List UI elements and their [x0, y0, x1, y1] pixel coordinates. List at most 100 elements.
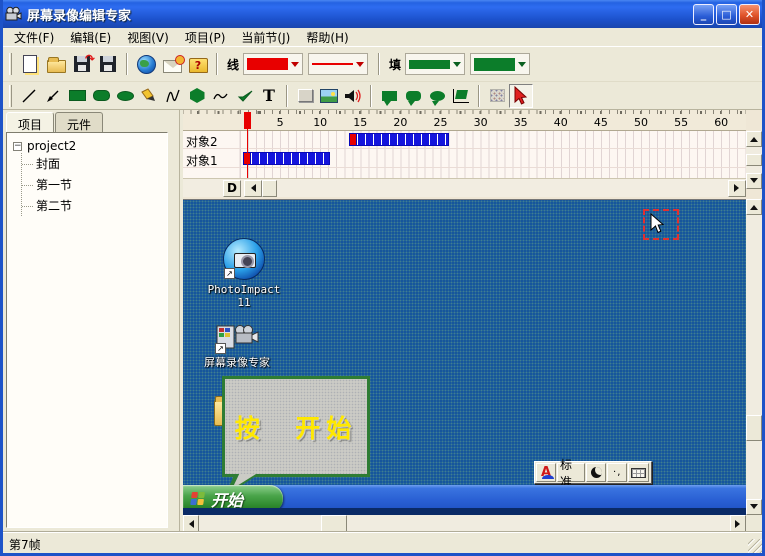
tree-item[interactable]: 封面: [22, 153, 165, 174]
image-tool-button[interactable]: [317, 84, 341, 108]
scroll-down-button[interactable]: [746, 173, 762, 189]
help-button[interactable]: ?: [185, 51, 211, 77]
right-arrow-icon: [734, 184, 743, 192]
polygon-tool-button[interactable]: [185, 84, 209, 108]
scroll-left-button[interactable]: [244, 180, 262, 197]
line-color-dropdown[interactable]: [243, 53, 303, 75]
fill-color-dropdown[interactable]: [405, 53, 465, 75]
maximize-button[interactable]: □: [716, 4, 737, 25]
help-book-icon: ?: [189, 58, 208, 73]
window-title: 屏幕录像编辑专家: [27, 5, 131, 24]
recorded-desktop[interactable]: ↗ PhotoImpact 11: [183, 199, 746, 515]
tree-item[interactable]: 第二节: [22, 195, 165, 216]
button-tool-button[interactable]: [293, 84, 317, 108]
resize-grip[interactable]: [748, 539, 762, 553]
menu-item[interactable]: 视图(V): [119, 27, 177, 48]
menu-item[interactable]: 编辑(E): [62, 27, 119, 48]
scrollbar-thumb[interactable]: [746, 154, 762, 166]
curve-tool-button[interactable]: [161, 84, 185, 108]
menu-item[interactable]: 帮助(H): [298, 27, 356, 48]
scrollbar-thumb[interactable]: [746, 415, 762, 441]
save-button[interactable]: [95, 51, 121, 77]
canvas-vscrollbar[interactable]: [746, 199, 762, 515]
ellipse-tool-button[interactable]: [113, 84, 137, 108]
frame-shape-tool-button[interactable]: [449, 84, 473, 108]
scroll-left-button[interactable]: [183, 515, 199, 532]
playhead-marker[interactable]: [244, 112, 251, 129]
timeline-track-row[interactable]: 对象1: [183, 150, 746, 168]
ime-language-bar[interactable]: A 标准 ·,: [534, 461, 652, 484]
ime-fullwidth-button[interactable]: [586, 463, 606, 482]
line-icon: [21, 88, 37, 104]
check-tool-button[interactable]: [233, 84, 257, 108]
track-segment[interactable]: [349, 133, 449, 146]
timeline-track-row[interactable]: 对象2: [183, 131, 746, 149]
ruler-label: 60: [714, 116, 728, 129]
canvas-hscrollbar[interactable]: [183, 515, 746, 532]
grid-pattern-icon: [490, 89, 505, 102]
minimize-button[interactable]: _: [693, 4, 714, 25]
scrollbar-thumb[interactable]: [262, 180, 277, 197]
down-arrow-icon: [750, 504, 758, 513]
ime-mode-button[interactable]: 标准: [557, 463, 585, 482]
collapse-icon[interactable]: −: [13, 142, 22, 151]
ime-keyboard-button[interactable]: [628, 463, 649, 482]
new-button[interactable]: [17, 51, 43, 77]
title-bar[interactable]: 屏幕录像编辑专家 _ □ ✕: [0, 0, 765, 28]
scroll-up-button[interactable]: [746, 199, 762, 215]
menu-item[interactable]: 项目(P): [177, 27, 234, 48]
fill-style-dropdown[interactable]: [470, 53, 530, 75]
sound-tool-button[interactable]: [341, 84, 365, 108]
menu-item[interactable]: 文件(F): [6, 27, 62, 48]
rectangle-tool-button[interactable]: [65, 84, 89, 108]
app-icon: [5, 6, 22, 22]
scroll-right-button[interactable]: [730, 515, 746, 532]
right-area: 51015202530354045505560 对象2对象1 D: [183, 110, 762, 532]
track-label: 对象1: [186, 152, 218, 169]
ruler-label: 5: [277, 116, 284, 129]
polyline-tool-button[interactable]: [209, 84, 233, 108]
frame-status-text: 第7帧: [9, 538, 41, 552]
desktop-icon-photoimpact[interactable]: ↗ PhotoImpact 11: [205, 238, 283, 309]
timeline-ruler[interactable]: 51015202530354045505560: [183, 110, 746, 131]
tree-root-row[interactable]: − project2: [9, 139, 165, 153]
scroll-up-button[interactable]: [746, 131, 762, 147]
close-button[interactable]: ✕: [739, 4, 760, 25]
open-button[interactable]: [43, 51, 69, 77]
text-tool-button[interactable]: T: [257, 84, 281, 108]
scroll-down-button[interactable]: [746, 499, 762, 515]
tree-item[interactable]: 第一节: [22, 174, 165, 195]
rounded-callout-icon: [406, 91, 421, 101]
menu-item[interactable]: 当前节(J): [233, 27, 298, 48]
desktop-icon-recorder[interactable]: ↗ 屏幕录像专家: [191, 320, 283, 369]
rounded-rect-tool-button[interactable]: [89, 84, 113, 108]
timeline-vscrollbar[interactable]: [746, 131, 762, 189]
export-button[interactable]: [159, 51, 185, 77]
ime-logo-button[interactable]: A: [536, 463, 556, 482]
detail-button[interactable]: D: [223, 180, 241, 197]
save-as-button[interactable]: ↷: [69, 51, 95, 77]
line-style-dropdown[interactable]: [308, 53, 368, 75]
callout-bubble[interactable]: 按 开始: [222, 376, 370, 477]
mouse-cursor-icon: [649, 213, 665, 235]
track-segment[interactable]: [243, 152, 330, 165]
callout-rect-tool-button[interactable]: [377, 84, 401, 108]
toolbar-separator: [126, 53, 128, 75]
timeline-hscrollbar[interactable]: D: [183, 178, 746, 197]
callout-rounded-tool-button[interactable]: [401, 84, 425, 108]
arrow-tool-button[interactable]: [41, 84, 65, 108]
left-arrow-icon: [247, 184, 256, 192]
scroll-right-button[interactable]: [728, 180, 746, 197]
image-icon: [320, 89, 338, 103]
tab-项目[interactable]: 项目: [6, 112, 54, 132]
callout-ellipse-tool-button[interactable]: [425, 84, 449, 108]
scrollbar-thumb[interactable]: [321, 515, 347, 532]
highlight-tool-button[interactable]: [137, 84, 161, 108]
ruler-label: 25: [434, 116, 448, 129]
ime-punctuation-button[interactable]: ·,: [607, 463, 627, 482]
tab-元件[interactable]: 元件: [55, 112, 103, 132]
line-tool-button[interactable]: [17, 84, 41, 108]
publish-button[interactable]: [133, 51, 159, 77]
new-file-icon: [23, 55, 37, 73]
select-tool-button[interactable]: [509, 84, 533, 108]
